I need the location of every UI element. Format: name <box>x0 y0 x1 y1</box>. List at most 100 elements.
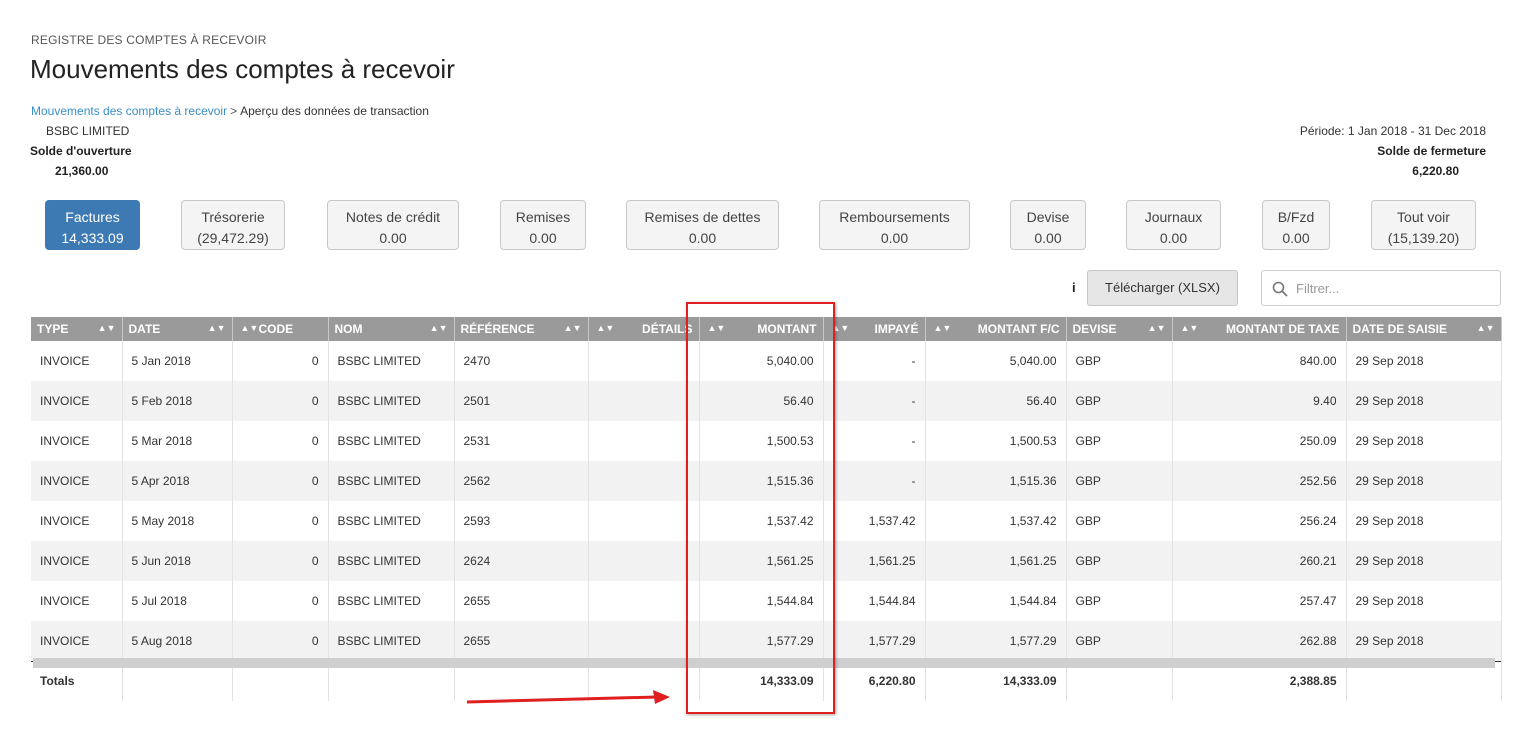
table-row[interactable]: INVOICE 5 Apr 2018 0 BSBC LIMITED 2562 1,515.… <box>31 461 1502 501</box>
sort-icon[interactable]: ▲▼ <box>1148 323 1166 333</box>
sort-icon[interactable]: ▲▼ <box>832 323 850 333</box>
cell-nom: BSBC LIMITED <box>328 421 455 461</box>
cell-montant-de-taxe: 257.47 <box>1172 581 1347 621</box>
col-header-date[interactable]: DATE ▲▼ <box>122 317 233 341</box>
cell-reference: 2593 <box>454 501 589 541</box>
tab-factures[interactable]: Factures 14,333.09 <box>45 200 140 250</box>
cell-code: 0 <box>232 541 329 581</box>
cell-date-de-saisie: 29 Sep 2018 <box>1346 421 1502 461</box>
cell-type: INVOICE <box>31 621 123 661</box>
breadcrumb-link[interactable]: Mouvements des comptes à recevoir <box>31 104 227 118</box>
sort-icon[interactable]: ▲▼ <box>708 323 726 333</box>
table-row[interactable]: INVOICE 5 Mar 2018 0 BSBC LIMITED 2531 1,500.… <box>31 421 1502 461</box>
tab-devise[interactable]: Devise 0.00 <box>1010 200 1086 250</box>
cell-nom: BSBC LIMITED <box>328 581 455 621</box>
sort-icon[interactable]: ▲▼ <box>98 323 116 333</box>
tab-value: 0.00 <box>1282 230 1310 246</box>
cell-date: 5 Jul 2018 <box>122 581 233 621</box>
col-header-devise[interactable]: DEVISE ▲▼ <box>1066 317 1173 341</box>
cell-reference: 2470 <box>454 341 589 381</box>
tab-journaux[interactable]: Journaux 0.00 <box>1126 200 1221 250</box>
cell-code: 0 <box>232 501 329 541</box>
cell-montant-fc: 56.40 <box>925 381 1067 421</box>
cell-date-de-saisie: 29 Sep 2018 <box>1346 581 1502 621</box>
horizontal-scrollbar[interactable] <box>33 658 1495 668</box>
cell-devise: GBP <box>1066 581 1173 621</box>
sort-icon[interactable]: ▲▼ <box>597 323 615 333</box>
cell-montant-de-taxe: 840.00 <box>1172 341 1347 381</box>
cell-details <box>588 541 700 581</box>
cell-montant: 1,577.29 <box>699 621 824 661</box>
cell-montant: 56.40 <box>699 381 824 421</box>
sort-icon[interactable]: ▲▼ <box>934 323 952 333</box>
tab-notes-de-credit[interactable]: Notes de crédit 0.00 <box>327 200 459 250</box>
tab-bfzd[interactable]: B/Fzd 0.00 <box>1262 200 1330 250</box>
cell-details <box>588 501 700 541</box>
cell-date: 5 Mar 2018 <box>122 421 233 461</box>
sort-icon[interactable]: ▲▼ <box>1477 323 1495 333</box>
table-row[interactable]: INVOICE 5 Aug 2018 0 BSBC LIMITED 2655 1,577.… <box>31 621 1502 661</box>
cell-devise: GBP <box>1066 381 1173 421</box>
cell-montant: 1,515.36 <box>699 461 824 501</box>
table-row[interactable]: INVOICE 5 Feb 2018 0 BSBC LIMITED 2501 56.40-… <box>31 381 1502 421</box>
sort-icon[interactable]: ▲▼ <box>564 323 582 333</box>
cell-date: 5 Jan 2018 <box>122 341 233 381</box>
col-header-montant[interactable]: ▲▼ MONTANT <box>699 317 824 341</box>
col-header-type[interactable]: TYPE ▲▼ <box>31 317 123 341</box>
sort-icon[interactable]: ▲▼ <box>430 323 448 333</box>
tab-label: Devise <box>1026 209 1070 225</box>
cell-reference: 2501 <box>454 381 589 421</box>
cell-montant: 1,500.53 <box>699 421 824 461</box>
filter-field[interactable] <box>1261 270 1501 306</box>
cell-reference: 2562 <box>454 461 589 501</box>
tab-value: (29,472.29) <box>197 230 269 246</box>
cell-code: 0 <box>232 421 329 461</box>
sort-icon[interactable]: ▲▼ <box>1181 323 1199 333</box>
table-row[interactable]: INVOICE 5 Jun 2018 0 BSBC LIMITED 2624 1,561.… <box>31 541 1502 581</box>
table-row[interactable]: INVOICE 5 Jan 2018 0 BSBC LIMITED 2470 5,040.… <box>31 341 1502 381</box>
breadcrumb: Mouvements des comptes à recevoir > Aperçu… <box>31 104 429 118</box>
tab-remises[interactable]: Remises 0.00 <box>500 200 586 250</box>
tab-value: 0.00 <box>529 230 557 246</box>
cell-details <box>588 341 700 381</box>
cell-reference: 2655 <box>454 621 589 661</box>
tab-tout-voir[interactable]: Tout voir (15,139.20) <box>1371 200 1476 250</box>
col-header-reference[interactable]: RÉFÉRENCE ▲▼ <box>454 317 589 341</box>
tab-value: 0.00 <box>1159 230 1188 246</box>
download-xlsx-button[interactable]: Télécharger (XLSX) <box>1087 270 1238 306</box>
info-icon[interactable]: i <box>1072 280 1076 295</box>
cell-date: 5 Apr 2018 <box>122 461 233 501</box>
cell-impaye: - <box>823 381 926 421</box>
col-header-montant-fc[interactable]: ▲▼ MONTANT F/C <box>925 317 1067 341</box>
cell-nom: BSBC LIMITED <box>328 341 455 381</box>
tab-tresorerie[interactable]: Trésorerie (29,472.29) <box>181 200 285 250</box>
tab-remboursements[interactable]: Remboursements 0.00 <box>819 200 970 250</box>
filter-input[interactable] <box>1296 279 1491 297</box>
cell-date-de-saisie: 29 Sep 2018 <box>1346 381 1502 421</box>
cell-nom: BSBC LIMITED <box>328 541 455 581</box>
col-header-code[interactable]: ▲▼ CODE <box>232 317 329 341</box>
tab-value: 0.00 <box>379 230 407 246</box>
sort-icon[interactable]: ▲▼ <box>241 323 259 333</box>
cell-date: 5 Jun 2018 <box>122 541 233 581</box>
cell-devise: GBP <box>1066 621 1173 661</box>
col-header-nom[interactable]: NOM ▲▼ <box>328 317 455 341</box>
cell-montant-fc: 1,537.42 <box>925 501 1067 541</box>
col-header-details[interactable]: ▲▼ DÉTAILS <box>588 317 700 341</box>
cell-nom: BSBC LIMITED <box>328 461 455 501</box>
cell-type: INVOICE <box>31 381 123 421</box>
table-row[interactable]: INVOICE 5 May 2018 0 BSBC LIMITED 2593 1,537.… <box>31 501 1502 541</box>
col-header-date-de-saisie[interactable]: DATE DE SAISIE ▲▼ <box>1346 317 1502 341</box>
tab-label: Remboursements <box>839 209 950 225</box>
table-row[interactable]: INVOICE 5 Jul 2018 0 BSBC LIMITED 2655 1,544.… <box>31 581 1502 621</box>
tab-value: 14,333.09 <box>61 230 124 246</box>
col-header-montant-de-taxe[interactable]: ▲▼ MONTANT DE TAXE <box>1172 317 1347 341</box>
tab-label: Notes de crédit <box>345 209 441 225</box>
period-label: Période: 1 Jan 2018 - 31 Dec 2018 <box>1299 124 1486 138</box>
cell-type: INVOICE <box>31 421 123 461</box>
col-header-impaye[interactable]: ▲▼ IMPAYÉ <box>823 317 926 341</box>
sort-icon[interactable]: ▲▼ <box>208 323 226 333</box>
cell-details <box>588 581 700 621</box>
cell-impaye: 1,561.25 <box>823 541 926 581</box>
tab-remises-de-dettes[interactable]: Remises de dettes 0.00 <box>626 200 779 250</box>
